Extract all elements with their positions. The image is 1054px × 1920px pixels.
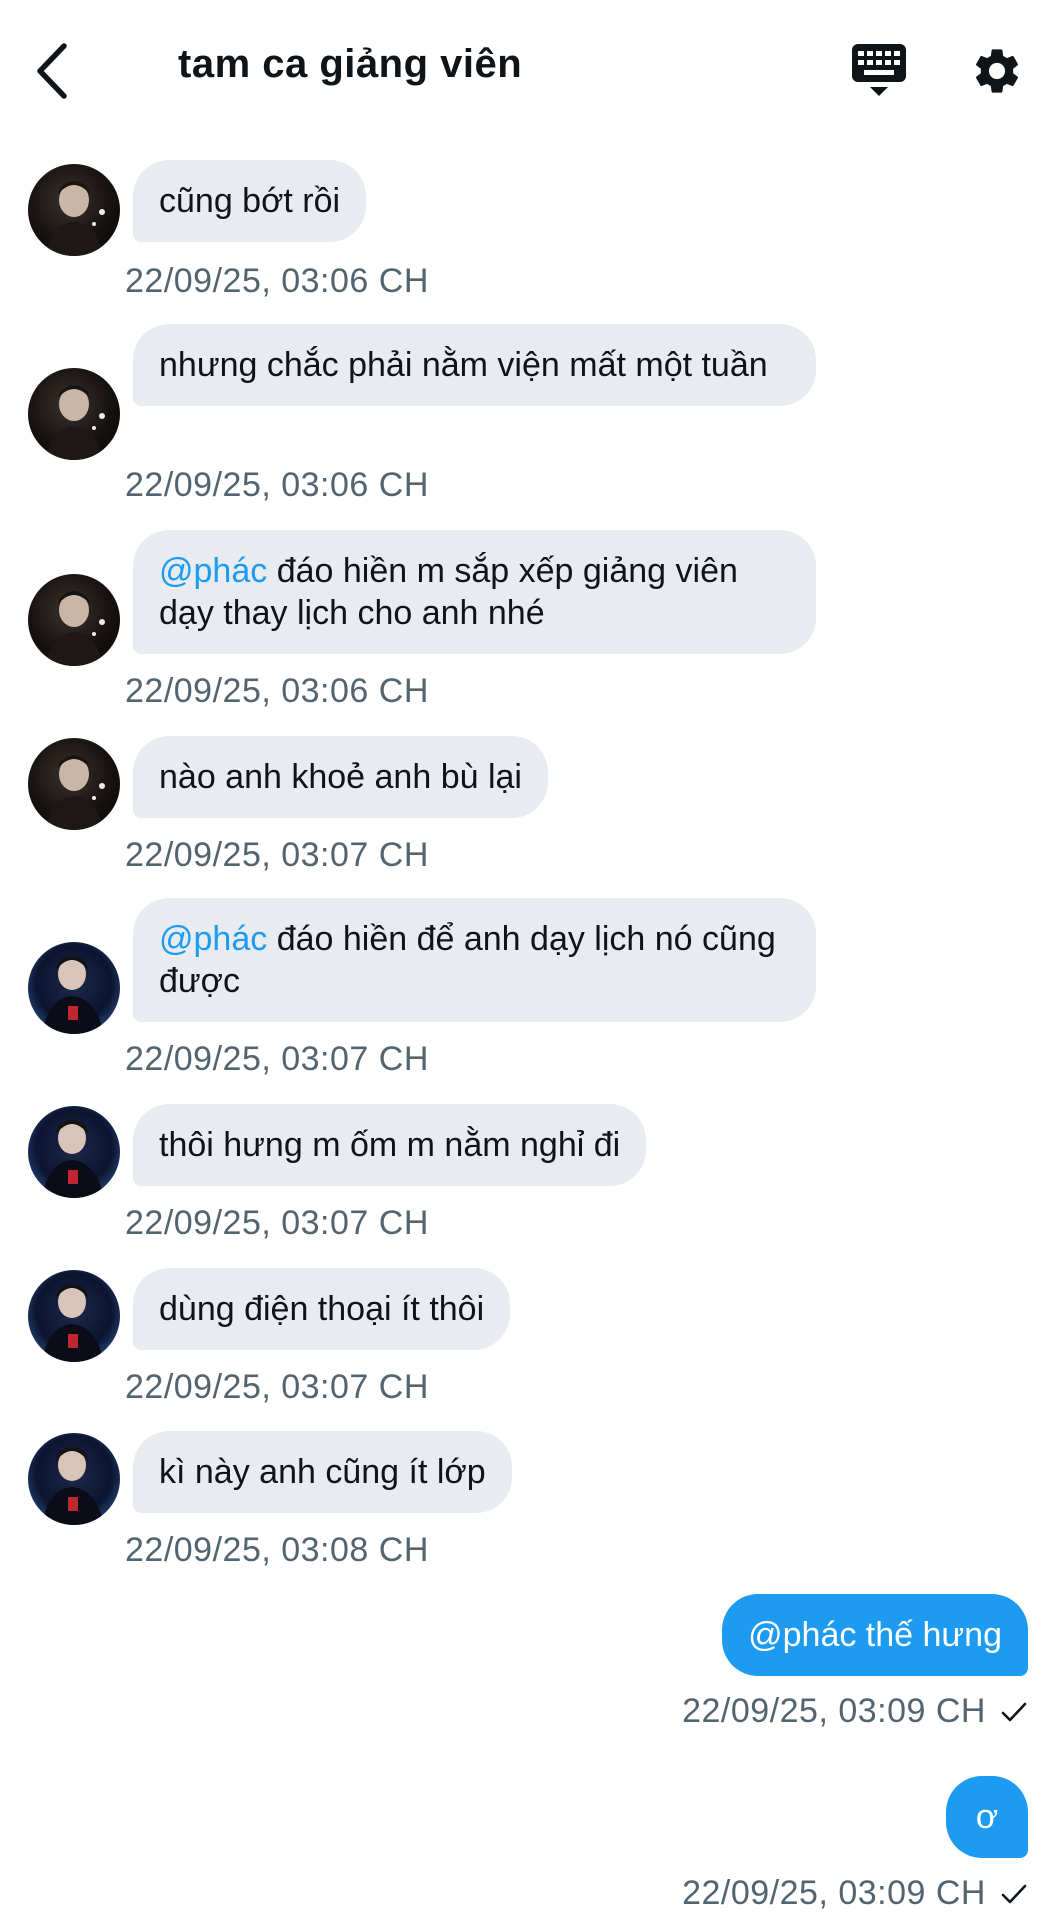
avatar[interactable] <box>28 164 120 256</box>
message-timestamp: 22/09/25, 03:09 CH <box>682 1692 986 1730</box>
message-text: nào anh khoẻ anh bù lại <box>159 758 522 796</box>
message-bubble[interactable]: cũng bớt rồi <box>133 160 367 242</box>
message-text: nhưng chắc phải nằm viện mất một tuần <box>159 346 768 384</box>
mention-link[interactable]: @phác <box>159 552 267 590</box>
read-check-icon <box>1001 1702 1027 1721</box>
keyboard-icon[interactable] <box>850 42 908 98</box>
message-text: cũng bớt rồi <box>159 182 341 220</box>
message-timestamp: 22/09/25, 03:09 CH <box>682 1874 986 1912</box>
message-timestamp: 22/09/25, 03:06 CH <box>125 672 429 710</box>
read-check-icon <box>1001 1884 1027 1903</box>
chat-header: tam ca giảng viên <box>0 0 1054 140</box>
message-bubble[interactable]: @phác đáo hiền để anh dạy lịch nó cũng đ… <box>133 898 816 1022</box>
message-bubble[interactable]: thôi hưng m ốm m nằm nghỉ đi <box>133 1104 647 1186</box>
message-bubble[interactable]: nào anh khoẻ anh bù lại <box>133 736 548 818</box>
avatar[interactable] <box>28 1433 120 1525</box>
outgoing-timestamp: 22/09/25, 03:09 CH <box>682 1692 1028 1731</box>
message-timestamp: 22/09/25, 03:07 CH <box>125 1040 429 1078</box>
message-text: ơ <box>975 1798 999 1836</box>
outgoing-timestamp: 22/09/25, 03:09 CH <box>682 1874 1028 1913</box>
message-text: dùng điện thoại ít thôi <box>159 1290 485 1328</box>
mention-link[interactable]: @phác <box>159 920 267 958</box>
message-bubble[interactable]: nhưng chắc phải nằm viện mất một tuần <box>133 324 816 406</box>
message-timestamp: 22/09/25, 03:08 CH <box>125 1531 429 1569</box>
message-timestamp: 22/09/25, 03:07 CH <box>125 1204 429 1242</box>
message-text: kì này anh cũng ít lớp <box>159 1453 486 1491</box>
back-arrow-icon[interactable] <box>30 38 80 104</box>
outgoing-message-bubble[interactable]: ơ <box>946 1776 1028 1858</box>
avatar[interactable] <box>28 738 120 830</box>
message-bubble[interactable]: kì này anh cũng ít lớp <box>133 1431 512 1513</box>
avatar[interactable] <box>28 368 120 460</box>
avatar[interactable] <box>28 574 120 666</box>
message-timestamp: 22/09/25, 03:07 CH <box>125 836 429 874</box>
outgoing-message-bubble[interactable]: @phác thế hưng <box>722 1594 1028 1676</box>
message-bubble[interactable]: @phác đáo hiền m sắp xếp giảng viên dạy … <box>133 530 816 654</box>
avatar[interactable] <box>28 942 120 1034</box>
message-timestamp: 22/09/25, 03:06 CH <box>125 262 429 300</box>
message-text: thôi hưng m ốm m nằm nghỉ đi <box>159 1126 621 1164</box>
message-bubble[interactable]: dùng điện thoại ít thôi <box>133 1268 511 1350</box>
avatar[interactable] <box>28 1270 120 1362</box>
message-text: @phác thế hưng <box>748 1616 1002 1654</box>
message-timestamp: 22/09/25, 03:06 CH <box>125 466 429 504</box>
conversation-title: tam ca giảng viên <box>178 42 523 86</box>
message-timestamp: 22/09/25, 03:07 CH <box>125 1368 429 1406</box>
gear-icon[interactable] <box>970 44 1024 98</box>
avatar[interactable] <box>28 1106 120 1198</box>
